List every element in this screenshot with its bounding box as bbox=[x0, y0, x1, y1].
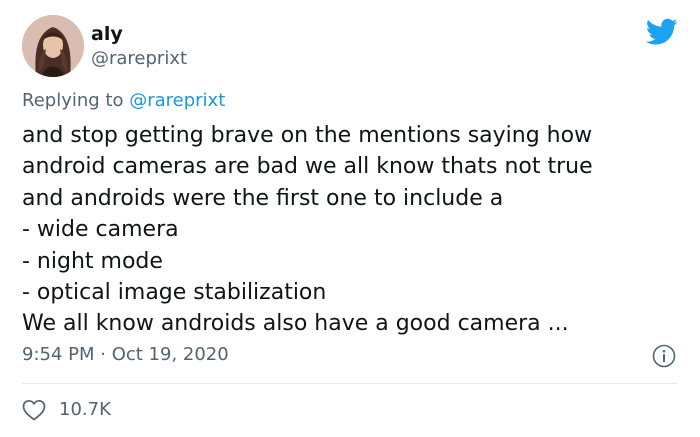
tweet-line: - night mode bbox=[22, 248, 163, 274]
tweet-line: We all know androids also have a good ca… bbox=[22, 311, 569, 337]
heart-icon[interactable] bbox=[22, 399, 46, 421]
divider bbox=[22, 383, 678, 384]
tweet-line: android cameras are bad we all know that… bbox=[22, 154, 593, 180]
like-count: 10.7K bbox=[59, 399, 111, 420]
replying-to-label: Replying to bbox=[22, 90, 130, 111]
tweet-line: and stop getting brave on the mentions s… bbox=[22, 123, 593, 148]
tweet-line: - wide camera bbox=[22, 217, 179, 243]
tweet-line: - optical image stabilization bbox=[22, 280, 327, 306]
tweet-timestamp[interactable]: 9:54 PM · Oct 19, 2020 bbox=[22, 343, 229, 367]
replying-to: Replying to @rareprixt bbox=[22, 89, 225, 113]
like-button[interactable]: 10.7K bbox=[22, 397, 111, 423]
twitter-bird-icon[interactable] bbox=[645, 18, 678, 46]
reply-mention-link[interactable]: @rareprixt bbox=[129, 90, 225, 111]
tweet-text: and stop getting brave on the mentions s… bbox=[22, 120, 692, 340]
display-name[interactable]: aly bbox=[91, 22, 123, 46]
avatar[interactable] bbox=[22, 15, 84, 77]
info-icon[interactable] bbox=[652, 344, 676, 368]
tweet-card: aly @rareprixt Replying to @rareprixt an… bbox=[0, 0, 700, 437]
tweet-line: and androids were the first one to inclu… bbox=[22, 185, 504, 211]
user-handle[interactable]: @rareprixt bbox=[91, 48, 187, 70]
